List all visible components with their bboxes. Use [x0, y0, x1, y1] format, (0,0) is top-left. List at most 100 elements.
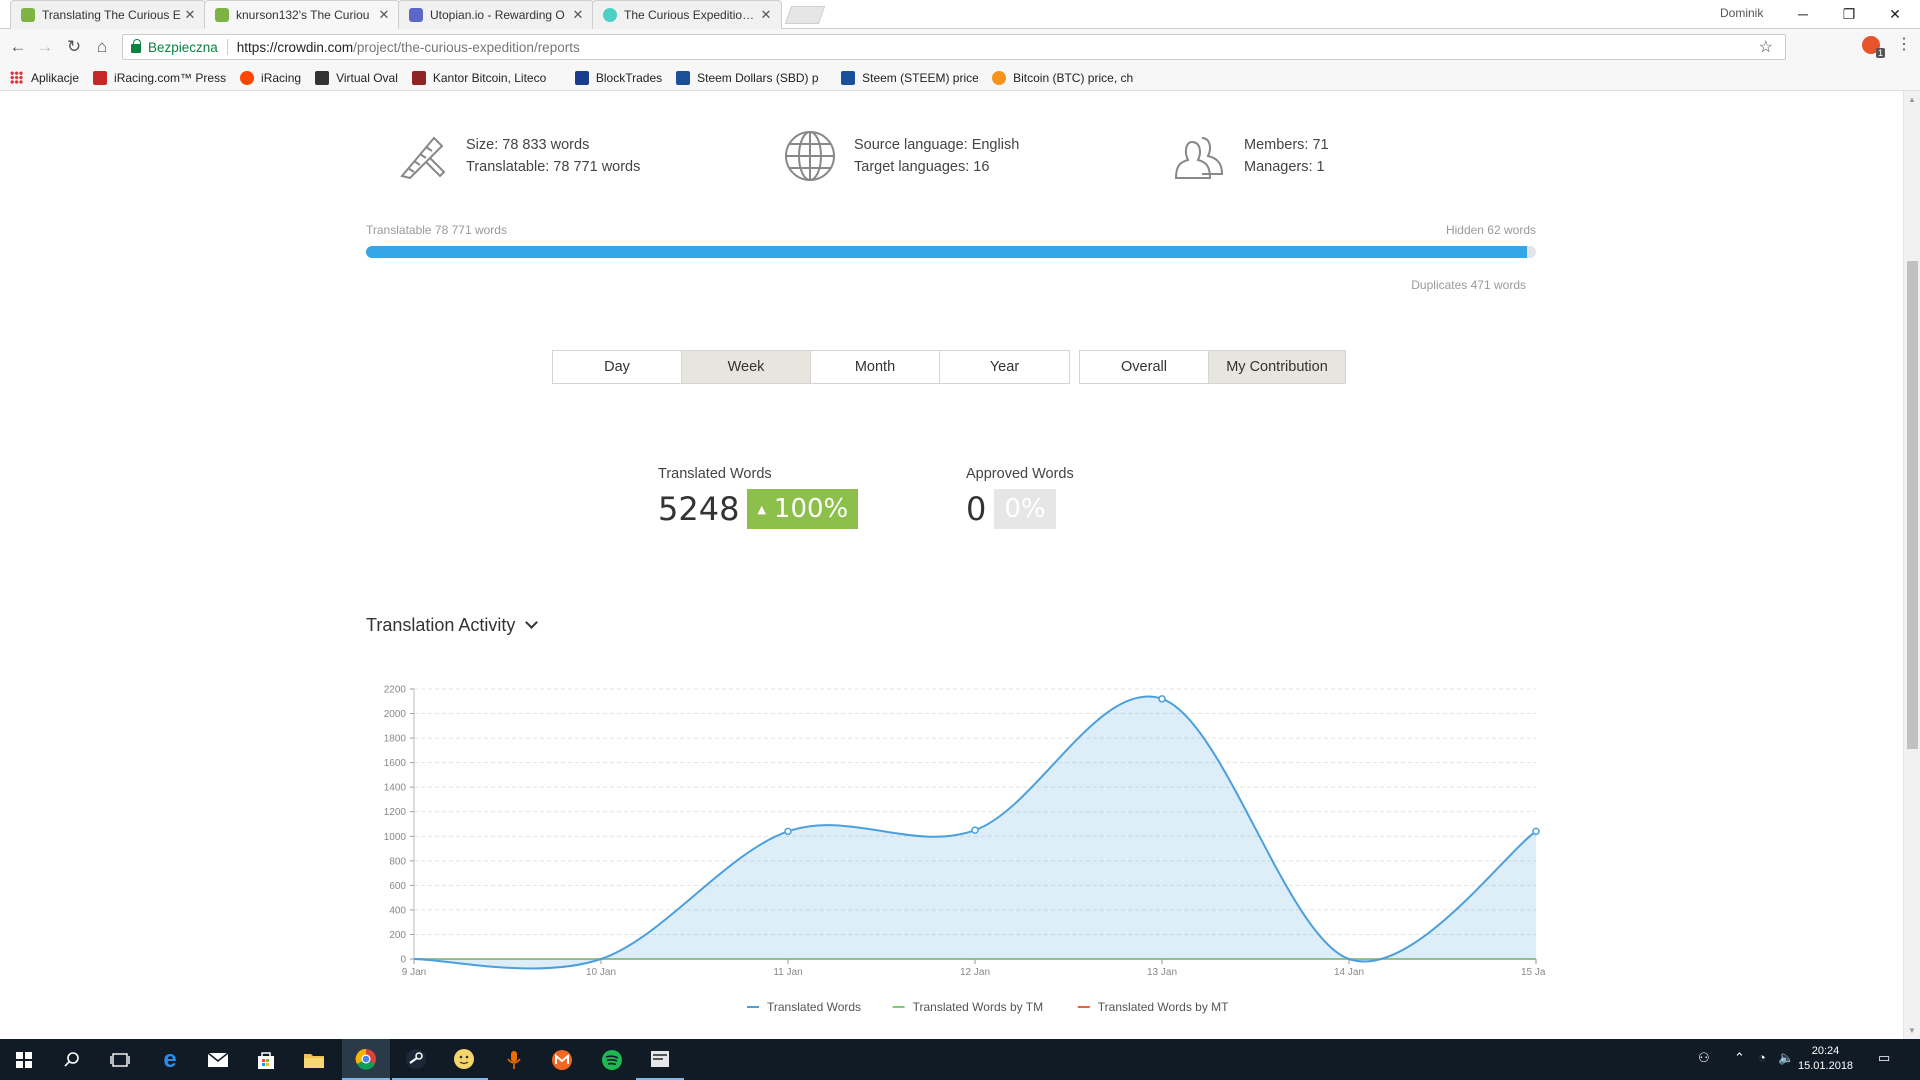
restore-window-icon[interactable]: ❐ — [1826, 0, 1872, 29]
x-tick-label: 9 Jan — [402, 967, 426, 978]
page-scrollbar[interactable]: ▲ ▼ — [1903, 91, 1920, 1039]
home-icon[interactable]: ⌂ — [89, 34, 115, 60]
globe-icon — [785, 131, 835, 181]
members-text: Members: 71 — [1244, 137, 1329, 153]
address-bar[interactable]: Bezpieczna https://crowdin.com/project/t… — [122, 34, 1786, 60]
translation-progress-fill — [366, 246, 1527, 258]
reload-icon[interactable]: ↻ — [61, 34, 87, 60]
y-tick-label: 200 — [389, 930, 406, 941]
period-day-button[interactable]: Day — [553, 351, 682, 383]
bookmark-label: Steem Dollars (SBD) p — [697, 70, 819, 85]
monero-wallet-icon[interactable] — [538, 1039, 586, 1080]
system-clock[interactable]: 20:24 15.01.2018 — [1798, 1044, 1853, 1074]
bookmark-item[interactable]: Kantor Bitcoin, Liteco — [411, 70, 561, 85]
store-icon[interactable] — [242, 1039, 290, 1080]
chevron-down-icon — [525, 616, 539, 629]
bookmark-item[interactable]: BlockTrades — [574, 70, 663, 85]
bookmark-item[interactable]: iRacing.com™ Press R — [93, 70, 227, 85]
reports-page: Size: 78 833 words Translatable: 78 771 … — [0, 91, 1920, 1039]
browser-menu-icon[interactable]: ⋮ — [1896, 34, 1912, 54]
target-languages-text: Target languages: 16 — [854, 159, 990, 175]
bookmark-label: BlockTrades — [595, 70, 663, 85]
close-tab-icon[interactable]: ✕ — [571, 8, 585, 22]
people-icon[interactable]: ⚇ — [1698, 1050, 1710, 1066]
mail-icon[interactable] — [194, 1039, 242, 1080]
scrollbar-thumb[interactable] — [1907, 261, 1918, 749]
translatable-progress-label: Translatable 78 771 words — [366, 223, 507, 237]
translated-words-value: 5248 — [658, 490, 740, 528]
browser-tab[interactable]: The Curious Expedition F ✕ — [592, 0, 782, 29]
bookmarks-bar: Aplikacje iRacing.com™ Press R iRacing V… — [0, 65, 1920, 91]
minimize-window-icon[interactable]: ─ — [1780, 0, 1826, 29]
windows-logo-icon — [16, 1051, 32, 1068]
bookmark-item[interactable]: iRacing — [240, 70, 301, 85]
crowdin-favicon-icon — [215, 7, 229, 22]
period-filter: Day Week Month Year — [552, 350, 1070, 384]
new-tab-button[interactable] — [784, 6, 826, 24]
translated-change-value: 100% — [773, 494, 849, 524]
notifications-icon[interactable]: ▭ — [1878, 1050, 1890, 1066]
y-tick-label: 600 — [389, 881, 406, 892]
spotify-icon[interactable] — [588, 1039, 636, 1080]
up-arrow-icon: ▲ — [757, 502, 766, 516]
extension-icon[interactable] — [1862, 36, 1886, 58]
browser-tab[interactable]: Utopian.io - Rewarding O ✕ — [398, 0, 594, 29]
users-icon — [1174, 137, 1224, 179]
y-tick-label: 2000 — [384, 709, 407, 720]
show-hidden-icons-chevron-icon[interactable]: ⌃ — [1734, 1050, 1745, 1066]
blocktrades-icon — [574, 70, 589, 85]
network-icon[interactable]: ◔ — [1758, 1050, 1766, 1065]
y-tick-label: 2200 — [384, 685, 407, 696]
bookmark-item[interactable]: Steem (STEEM) price, — [841, 70, 978, 85]
terminal-app-icon[interactable] — [636, 1039, 684, 1080]
bookmark-label: Bitcoin (BTC) price, ch — [1013, 70, 1134, 85]
reddit-icon — [240, 70, 255, 85]
translation-activity-dropdown[interactable]: Translation Activity — [366, 615, 539, 636]
data-point — [1532, 827, 1540, 836]
period-month-button[interactable]: Month — [811, 351, 940, 383]
scroll-up-icon[interactable]: ▲ — [1908, 95, 1916, 104]
period-week-button[interactable]: Week — [682, 351, 811, 383]
x-tick-label: 15 Jan — [1521, 967, 1546, 978]
volume-icon[interactable]: 🔈 — [1778, 1050, 1794, 1066]
forward-arrow-icon[interactable]: → — [32, 34, 58, 60]
y-tick-label: 1800 — [384, 734, 407, 745]
scope-overall-button[interactable]: Overall — [1080, 351, 1209, 383]
edge-icon[interactable]: e — [146, 1039, 194, 1080]
bookmark-apps[interactable]: Aplikacje — [10, 71, 79, 85]
kantor-icon — [411, 70, 426, 85]
browser-tab[interactable]: Translating The Curious E ✕ — [10, 0, 206, 29]
close-tab-icon[interactable]: ✕ — [183, 8, 197, 22]
approved-words-metric: Approved Words 0 0% — [966, 466, 1074, 529]
steam-icon[interactable] — [392, 1039, 440, 1080]
profile-name[interactable]: Dominik — [1720, 6, 1763, 20]
tab-title: knurson132's The Curiou — [236, 7, 370, 22]
bookmark-item[interactable]: Virtual Oval — [315, 70, 398, 85]
bookmark-item[interactable]: Bitcoin (BTC) price, ch — [992, 70, 1137, 85]
scope-my-contribution-button[interactable]: My Contribution — [1209, 351, 1345, 383]
url-path: /project/the-curious-expedition/reports — [353, 39, 580, 55]
lock-icon — [131, 38, 141, 53]
scroll-down-icon[interactable]: ▼ — [1908, 1026, 1916, 1035]
file-explorer-icon[interactable] — [290, 1039, 338, 1080]
start-button[interactable] — [0, 1039, 48, 1080]
browser-tab-active[interactable]: knurson132's The Curiou ✕ — [204, 0, 400, 29]
language-stat: Source language: English Target language… — [782, 128, 1019, 184]
emoji-app-icon[interactable] — [440, 1039, 488, 1080]
bookmark-star-icon[interactable]: ☆ — [1759, 37, 1773, 57]
close-tab-icon[interactable]: ✕ — [759, 8, 773, 22]
search-icon[interactable] — [48, 1039, 96, 1080]
close-tab-icon[interactable]: ✕ — [377, 7, 391, 22]
bookmark-item[interactable]: Steem Dollars (SBD) p — [676, 70, 827, 85]
task-view-icon[interactable] — [96, 1039, 144, 1080]
microphone-app-icon[interactable] — [490, 1039, 538, 1080]
bookmark-label: iRacing.com™ Press R — [114, 70, 227, 85]
period-year-button[interactable]: Year — [940, 351, 1069, 383]
back-arrow-icon[interactable]: ← — [5, 34, 31, 60]
close-window-icon[interactable]: ✕ — [1872, 0, 1918, 29]
apps-grid-icon — [10, 71, 23, 84]
y-tick-label: 400 — [389, 905, 406, 916]
chrome-taskbar-icon[interactable] — [342, 1039, 390, 1080]
browser-tab-strip: Translating The Curious E ✕ knurson132's… — [0, 0, 1920, 29]
bitcoin-icon — [992, 70, 1007, 85]
